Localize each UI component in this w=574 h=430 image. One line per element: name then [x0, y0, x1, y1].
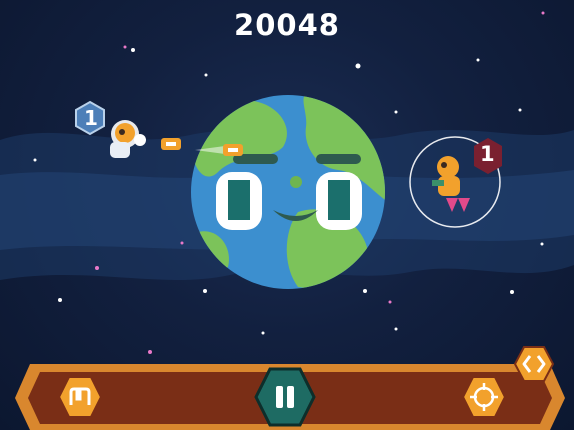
jump-button[interactable] [58, 375, 102, 419]
planet-earth [191, 95, 385, 289]
score-display: 20048 [234, 8, 340, 42]
player-level-badge: 1 [84, 106, 98, 130]
projectile-trail [161, 138, 243, 156]
aim-button[interactable] [461, 375, 507, 419]
player-astronaut-monkey [75, 100, 146, 158]
swap-button[interactable] [513, 345, 555, 383]
enemy-level-badge: 1 [480, 142, 495, 166]
pause-button[interactable] [254, 367, 316, 427]
game-stage[interactable]: 20048 1 1 [0, 0, 574, 430]
